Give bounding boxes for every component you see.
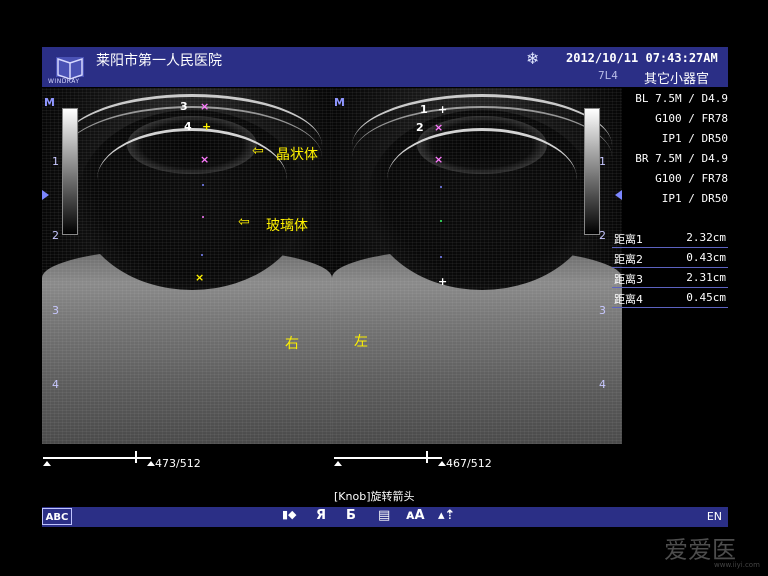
body-mark-icon[interactable]: ▮◆ — [282, 508, 297, 521]
measurement-value: 2.31cm — [686, 271, 726, 284]
arrow-tool-icon[interactable]: ▴⇡ — [438, 508, 455, 523]
watermark-url: www.iiyi.com — [714, 561, 760, 569]
logo-text: WINDRAY — [48, 78, 80, 85]
language-indicator[interactable]: EN — [707, 510, 722, 523]
header-bar: WINDRAY 莱阳市第一人民医院 ❄ 2012/10/11 07:43:27A… — [42, 47, 728, 87]
hospital-name: 莱阳市第一人民医院 — [96, 53, 222, 69]
cine-end-icon[interactable] — [147, 461, 155, 466]
ultrasound-image-right[interactable]: M 1 2 3 4 1 + 2 × × + 左 — [332, 88, 622, 444]
param-br-2: G100 / FR78 — [655, 172, 728, 185]
orientation-marker-icon: M — [334, 96, 345, 109]
depth-tick-1: 1 — [52, 155, 59, 168]
marker-label-4: 4 — [184, 120, 192, 133]
depth-tick-4: 4 — [599, 378, 606, 391]
focus-marker-icon — [42, 190, 49, 200]
caliper-icon[interactable]: × — [200, 154, 209, 165]
cine-frame-count: 467/512 — [446, 457, 492, 470]
measurement-value: 0.43cm — [686, 251, 726, 264]
measurement-label: 距离4 — [614, 293, 643, 306]
caliper-icon[interactable]: × — [434, 154, 443, 165]
caliper-icon[interactable]: + — [438, 276, 447, 287]
caliper-dot — [202, 216, 204, 218]
measurement-label: 距离2 — [614, 253, 643, 266]
caliper-icon[interactable]: + — [438, 104, 447, 115]
cine-start-icon[interactable] — [334, 461, 342, 466]
cine-scrollbar-left[interactable]: 473/512 — [43, 451, 223, 470]
grayscale-bar — [584, 108, 600, 235]
grayscale-bar — [62, 108, 78, 235]
footer-toolbar: ABC ▮◆ Я Ƃ ▤ ᴀA ▴⇡ EN — [42, 507, 728, 527]
caliper-dot — [440, 220, 442, 222]
annotation-vitreous: 玻璃体 — [266, 218, 308, 234]
annotation-lens: 晶状体 — [276, 147, 318, 163]
cine-end-icon[interactable] — [438, 461, 446, 466]
orientation-marker-icon: M — [44, 96, 55, 109]
rotate-flip-icon[interactable]: Ƃ — [346, 508, 356, 523]
focus-marker-icon — [615, 190, 622, 200]
abc-text-button[interactable]: ABC — [42, 508, 72, 525]
report-icon[interactable]: ▤ — [378, 508, 390, 523]
cine-scrollbar-right[interactable]: 467/512 — [334, 451, 514, 470]
side-label-right: 右 — [285, 336, 299, 352]
cine-frame-count: 473/512 — [155, 457, 201, 470]
freeze-icon[interactable]: ❄ — [526, 49, 539, 68]
caliper-dot — [201, 254, 203, 256]
measurement-row: 距离4 0.45cm — [612, 289, 728, 308]
param-bl-1: BL 7.5M / D4.9 — [635, 92, 728, 105]
depth-tick-3: 3 — [599, 304, 606, 317]
caliper-dot — [440, 256, 442, 258]
mirror-flip-icon[interactable]: Я — [316, 508, 326, 523]
depth-tick-2: 2 — [599, 229, 606, 242]
arrow-icon[interactable]: ⇦ — [238, 214, 250, 230]
measurement-value: 0.45cm — [686, 291, 726, 304]
ultrasound-image-left[interactable]: M 1 2 3 4 3 × 4 + × × ⇦ 晶状体 ⇦ 玻璃体 右 — [42, 88, 332, 444]
marker-label-1: 1 — [420, 103, 428, 116]
side-label-left: 左 — [354, 334, 368, 350]
knob-hint: [Knob]旋转箭头 — [334, 490, 415, 503]
measurement-label: 距离3 — [614, 273, 643, 286]
marker-label-3: 3 — [180, 100, 188, 113]
cine-handle[interactable] — [135, 451, 137, 463]
measurement-row: 距离3 2.31cm — [612, 269, 728, 288]
measurement-value: 2.32cm — [686, 231, 726, 244]
depth-tick-4: 4 — [52, 378, 59, 391]
marker-label-2: 2 — [416, 121, 424, 134]
probe-name: 7L4 — [598, 69, 618, 82]
speckle-texture — [42, 88, 332, 444]
param-bl-2: G100 / FR78 — [655, 112, 728, 125]
caliper-icon[interactable]: × — [200, 101, 209, 112]
param-br-3: IP1 / DR50 — [661, 192, 728, 205]
arrow-icon[interactable]: ⇦ — [252, 143, 264, 159]
watermark-logo: 爱爱医 — [664, 536, 736, 564]
depth-tick-2: 2 — [52, 229, 59, 242]
exam-preset[interactable]: 其它小器官 — [644, 68, 709, 87]
caliper-icon[interactable]: × — [434, 122, 443, 133]
caliper-dot — [202, 184, 204, 186]
caliper-dot — [440, 186, 442, 188]
measurement-label: 距离1 — [614, 233, 643, 246]
date-time: 2012/10/11 07:43:27AM — [566, 51, 718, 65]
param-br-1: BR 7.5M / D4.9 — [635, 152, 728, 165]
font-size-icon[interactable]: ᴀA — [406, 508, 425, 523]
caliper-icon[interactable]: × — [195, 272, 204, 283]
cine-start-icon[interactable] — [43, 461, 51, 466]
depth-tick-3: 3 — [52, 304, 59, 317]
depth-tick-1: 1 — [599, 155, 606, 168]
cine-handle[interactable] — [426, 451, 428, 463]
param-bl-3: IP1 / DR50 — [661, 132, 728, 145]
speckle-texture — [332, 88, 622, 444]
measurement-row: 距离2 0.43cm — [612, 249, 728, 268]
measurement-row: 距离1 2.32cm — [612, 229, 728, 248]
caliper-icon[interactable]: + — [202, 121, 211, 132]
